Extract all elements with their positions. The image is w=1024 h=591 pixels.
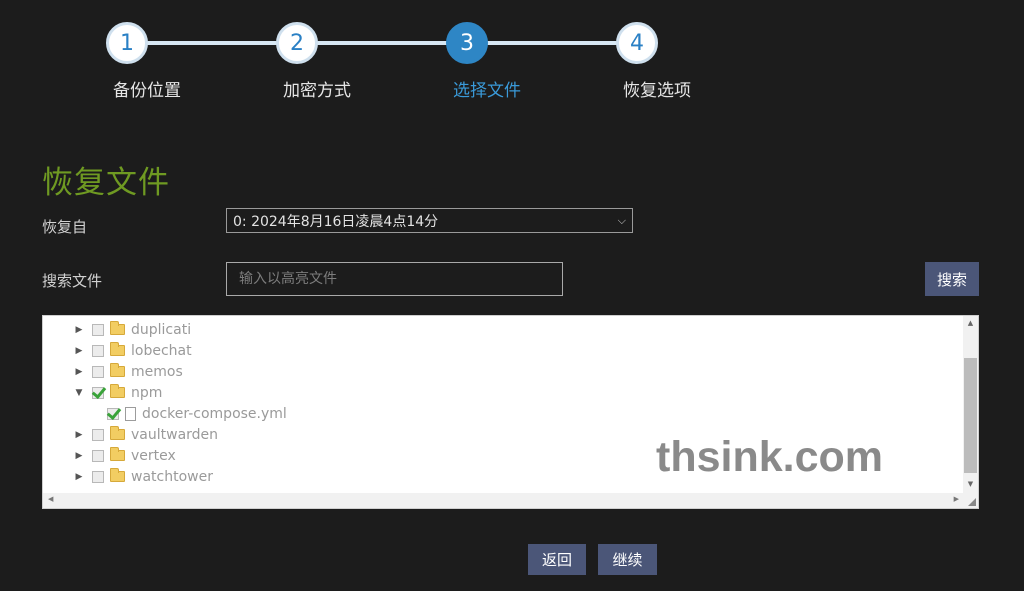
scrollbar-thumb[interactable]: [964, 358, 977, 473]
checkbox-checked[interactable]: [92, 386, 104, 399]
expand-arrow-icon[interactable]: ▶: [72, 472, 86, 482]
checkbox[interactable]: [92, 365, 104, 378]
folder-icon: [110, 321, 125, 335]
checkbox[interactable]: [92, 428, 104, 441]
scroll-right-icon[interactable]: ▶: [954, 495, 959, 503]
expand-arrow-icon[interactable]: ▶: [72, 451, 86, 461]
step-1-label: 备份位置: [113, 81, 181, 101]
step-3-circle[interactable]: 3: [446, 22, 488, 64]
checkbox[interactable]: [92, 449, 104, 462]
restore-from-label: 恢复自: [42, 218, 88, 236]
step-2-label: 加密方式: [283, 81, 351, 101]
restore-from-value: 0: 2024年8月16日凌晨4点14分: [233, 213, 439, 230]
search-files-label: 搜索文件: [42, 272, 103, 290]
tree-item-label: vertex: [131, 447, 176, 464]
step-4-label: 恢复选项: [623, 81, 691, 101]
step-4-number: 4: [630, 30, 644, 56]
scroll-down-icon[interactable]: ▼: [963, 480, 978, 488]
folder-icon: [110, 384, 125, 398]
tree-item-vaultwarden[interactable]: ▶ vaultwarden: [72, 424, 218, 445]
file-icon: [125, 406, 136, 421]
folder-icon: [110, 468, 125, 482]
continue-button[interactable]: 继续: [598, 544, 657, 575]
checkbox-checked[interactable]: [107, 407, 119, 420]
search-button[interactable]: 搜索: [925, 262, 979, 296]
step-3-label: 选择文件: [453, 81, 521, 101]
folder-icon: [110, 447, 125, 461]
tree-item-label: watchtower: [131, 468, 213, 485]
progress-stepper: 1 2 3 4 备份位置 加密方式 选择文件 恢复选项: [0, 0, 1024, 110]
tree-item-label: npm: [131, 384, 163, 401]
tree-item-label: memos: [131, 363, 183, 380]
restore-from-select[interactable]: 0: 2024年8月16日凌晨4点14分 ⌵: [226, 208, 633, 233]
watermark: thsink.com: [656, 433, 883, 481]
tree-item-memos[interactable]: ▶ memos: [72, 361, 183, 382]
step-3-number: 3: [460, 30, 474, 56]
vertical-scrollbar[interactable]: ▲ ▼: [963, 316, 978, 494]
tree-item-lobechat[interactable]: ▶ lobechat: [72, 340, 192, 361]
back-button[interactable]: 返回: [528, 544, 586, 575]
checkbox[interactable]: [92, 470, 104, 483]
expand-arrow-icon[interactable]: ▶: [72, 346, 86, 356]
step-4-circle[interactable]: 4: [616, 22, 658, 64]
tree-item-label: vaultwarden: [131, 426, 219, 443]
tree-item-label: duplicati: [131, 321, 192, 338]
expand-arrow-icon[interactable]: ▶: [72, 325, 86, 335]
collapse-arrow-icon[interactable]: ▼: [72, 388, 86, 398]
search-input[interactable]: [226, 262, 563, 296]
folder-icon: [110, 426, 125, 440]
checkbox[interactable]: [92, 344, 104, 357]
page-title: 恢复文件: [42, 165, 170, 201]
expand-arrow-icon[interactable]: ▶: [72, 430, 86, 440]
tree-item-watchtower[interactable]: ▶ watchtower: [72, 466, 213, 487]
tree-item-duplicati[interactable]: ▶ duplicati: [72, 319, 191, 340]
scroll-up-icon[interactable]: ▲: [963, 319, 978, 327]
step-2-circle[interactable]: 2: [276, 22, 318, 64]
checkbox[interactable]: [92, 323, 104, 336]
folder-icon: [110, 342, 125, 356]
tree-item-npm[interactable]: ▼ npm: [72, 382, 162, 403]
scroll-left-icon[interactable]: ◀: [48, 495, 53, 503]
step-1-circle[interactable]: 1: [106, 22, 148, 64]
tree-item-docker-compose[interactable]: docker-compose.yml: [101, 403, 287, 424]
expand-arrow-icon[interactable]: ▶: [72, 367, 86, 377]
horizontal-scrollbar[interactable]: ◀ ▶: [43, 493, 964, 508]
stepper-line: [127, 41, 637, 45]
tree-item-label: docker-compose.yml: [142, 405, 287, 422]
step-1-number: 1: [120, 30, 134, 56]
step-2-number: 2: [290, 30, 304, 56]
tree-item-label: lobechat: [131, 342, 192, 359]
folder-icon: [110, 363, 125, 377]
tree-item-vertex[interactable]: ▶ vertex: [72, 445, 176, 466]
chevron-down-icon: ⌵: [617, 213, 626, 227]
resize-handle-icon[interactable]: [963, 493, 978, 508]
